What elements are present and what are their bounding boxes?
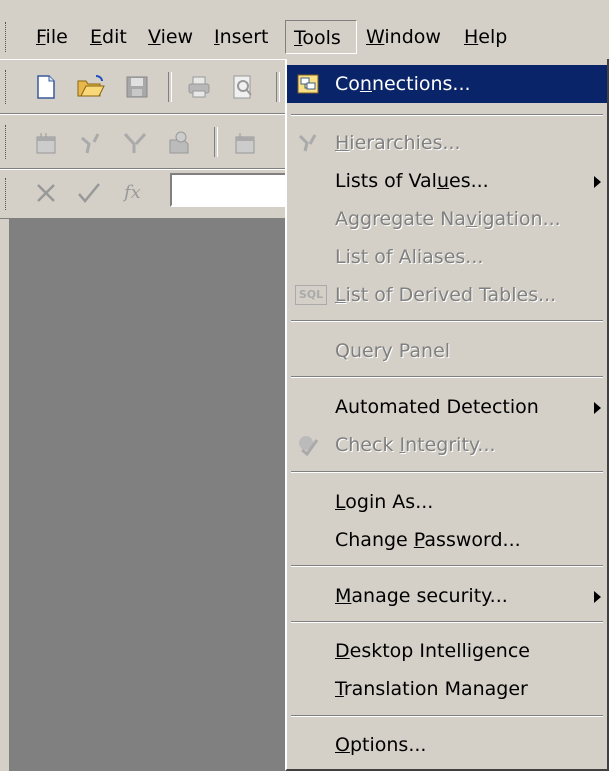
workspace[interactable] xyxy=(9,219,299,771)
menu-window[interactable]: Window xyxy=(358,20,449,54)
menu-separator xyxy=(291,320,603,322)
menu-item-options[interactable]: Options... xyxy=(287,726,607,764)
menu-item-manage-security[interactable]: Manage security... xyxy=(287,577,607,615)
menu-tools[interactable]: Tools xyxy=(285,20,357,54)
tools-menu: Connections... Hierarchies... Lists of V… xyxy=(285,59,609,771)
check-integrity-icon xyxy=(299,436,319,456)
submenu-arrow-icon xyxy=(594,176,601,188)
menu-item-list-of-aliases[interactable]: List of Aliases... xyxy=(287,238,607,276)
fx-icon[interactable]: fx xyxy=(124,182,141,203)
open-folder-icon[interactable] xyxy=(76,73,106,99)
new-document-icon[interactable] xyxy=(33,74,59,100)
toolbar-separator xyxy=(214,127,218,157)
context-icon[interactable] xyxy=(166,130,192,156)
new-table-icon[interactable] xyxy=(232,130,258,156)
formula-input[interactable] xyxy=(170,173,294,207)
menu-separator xyxy=(291,114,603,116)
menu-edit[interactable]: Edit xyxy=(82,20,135,54)
print-preview-icon[interactable] xyxy=(230,74,256,100)
menu-item-translation-manager[interactable]: Translation Manager xyxy=(287,670,607,708)
editing-toolbar xyxy=(0,114,290,169)
table-icon[interactable] xyxy=(33,130,59,156)
join-icon[interactable] xyxy=(78,130,104,156)
menu-item-login-as[interactable]: Login As... xyxy=(287,483,607,521)
menu-item-automated-detection[interactable]: Automated Detection xyxy=(287,388,607,426)
menu-item-list-of-derived-tables[interactable]: SQL List of Derived Tables... xyxy=(287,276,607,314)
save-icon[interactable] xyxy=(124,74,150,100)
print-icon[interactable] xyxy=(186,74,212,100)
menu-item-query-panel[interactable]: Query Panel xyxy=(287,332,607,370)
menu-separator xyxy=(291,565,603,567)
menu-bar: File Edit View Insert Tools Window Help xyxy=(0,0,609,59)
standard-toolbar xyxy=(0,59,290,114)
menu-separator xyxy=(291,376,603,378)
menu-item-change-password[interactable]: Change Password... xyxy=(287,521,607,559)
menu-item-check-integrity[interactable]: Check Integrity... xyxy=(287,426,607,464)
menu-view[interactable]: View xyxy=(140,20,201,54)
menu-file[interactable]: File xyxy=(28,20,76,54)
toolbar-separator xyxy=(168,72,172,102)
submenu-arrow-icon xyxy=(594,591,601,603)
menu-item-desktop-intelligence[interactable]: Desktop Intelligence xyxy=(287,632,607,670)
menu-help[interactable]: Help xyxy=(456,20,515,54)
sql-icon: SQL xyxy=(295,285,327,305)
connections-icon xyxy=(297,74,319,94)
menu-item-aggregate-navigation[interactable]: Aggregate Navigation... xyxy=(287,200,607,238)
toolbar-grip[interactable] xyxy=(5,125,10,159)
toolbar-grip[interactable] xyxy=(5,70,10,104)
menu-insert[interactable]: Insert xyxy=(206,20,277,54)
hierarchies-icon xyxy=(298,134,317,152)
menu-separator xyxy=(291,715,603,717)
menu-item-hierarchies[interactable]: Hierarchies... xyxy=(287,124,607,162)
menubar-grip[interactable] xyxy=(5,22,10,52)
toolbar-grip[interactable] xyxy=(5,178,10,210)
menu-separator xyxy=(291,471,603,473)
menu-item-lists-of-values[interactable]: Lists of Values... xyxy=(287,162,607,200)
toolbar-separator xyxy=(276,72,280,102)
menu-item-connections[interactable]: Connections... xyxy=(287,65,607,103)
filter-icon[interactable] xyxy=(122,130,148,156)
submenu-arrow-icon xyxy=(594,402,601,414)
check-icon[interactable] xyxy=(76,180,102,206)
x-cancel-icon[interactable] xyxy=(33,180,59,206)
menu-separator xyxy=(291,621,603,623)
